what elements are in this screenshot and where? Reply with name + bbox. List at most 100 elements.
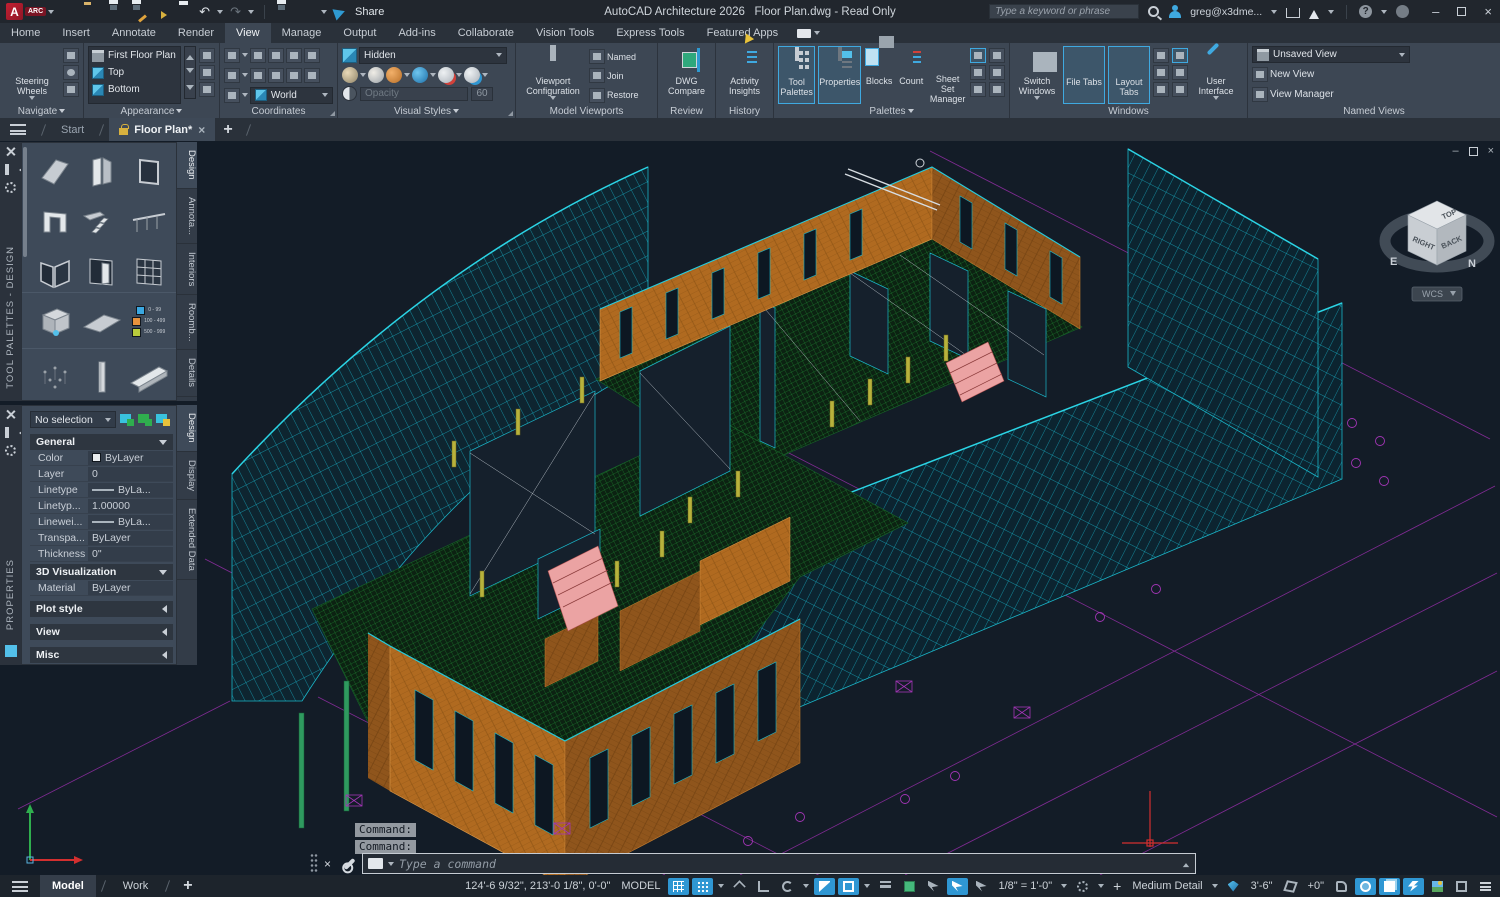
- style-realistic-icon[interactable]: [412, 67, 428, 83]
- dwg-compare-button[interactable]: DWG Compare: [662, 46, 711, 104]
- model-space-button[interactable]: MODEL: [617, 880, 664, 892]
- annotation-settings-gear[interactable]: [1072, 878, 1093, 895]
- list-item-bottom[interactable]: Bottom: [89, 81, 180, 98]
- quick-calc-button[interactable]: [1172, 65, 1188, 80]
- tool-sprinklers[interactable]: [32, 355, 79, 399]
- restore-button[interactable]: [1457, 7, 1466, 16]
- gear-icon[interactable]: [5, 445, 16, 456]
- file-tab-menu-icon[interactable]: [10, 124, 26, 135]
- search-input[interactable]: [989, 4, 1139, 19]
- tab-add-ins[interactable]: Add-ins: [387, 23, 446, 43]
- materials-browser-button[interactable]: [989, 82, 1005, 97]
- section-misc[interactable]: Misc: [30, 647, 173, 663]
- help-dropdown[interactable]: [1381, 10, 1387, 14]
- prop-row-layer[interactable]: Layer 0: [30, 466, 173, 482]
- tool-space-legend[interactable]: 0 - 99 100 - 499 500 - 999: [125, 299, 172, 343]
- viewport-restore-button[interactable]: Restore: [589, 87, 639, 104]
- fullscreen-button[interactable]: [1451, 878, 1472, 895]
- tool-palettes-titlebar[interactable]: TOOL PALETTES - DESIGN: [0, 142, 21, 401]
- panel-label-appearance[interactable]: Appearance: [84, 106, 219, 117]
- count-button[interactable]: Count: [897, 46, 925, 104]
- tool-column[interactable]: [79, 355, 126, 399]
- tab-manage[interactable]: Manage: [271, 23, 333, 43]
- autodesk-logo-icon[interactable]: [1309, 5, 1319, 19]
- style-shaded-icon[interactable]: [386, 67, 402, 83]
- style-2d-wireframe-icon[interactable]: [342, 67, 358, 83]
- minimize-button[interactable]: –: [1432, 4, 1439, 19]
- tool-corner-window[interactable]: [32, 249, 79, 293]
- properties-button[interactable]: Properties: [818, 46, 861, 104]
- steering-wheels-button[interactable]: Steering Wheels: [4, 46, 60, 104]
- panel-label-coordinates[interactable]: Coordinates: [220, 106, 337, 117]
- ucs-view-button[interactable]: [250, 68, 266, 83]
- quick-select-icon[interactable]: [138, 414, 152, 426]
- regen-all-button[interactable]: [199, 65, 215, 80]
- drawing-viewport[interactable]: E N TOP RIGHT BACK WCS – × Command: Comm…: [0, 141, 1500, 875]
- copy-palette-button[interactable]: [989, 48, 1005, 63]
- gear-icon[interactable]: [5, 182, 16, 193]
- tile-vertically-button[interactable]: [1153, 65, 1169, 80]
- ucs-named-button[interactable]: [224, 88, 240, 103]
- layer-state-button[interactable]: [199, 82, 215, 97]
- tab-collaborate[interactable]: Collaborate: [447, 23, 525, 43]
- prop-row-material[interactable]: Material ByLayer: [30, 580, 173, 596]
- command-scroll-up-icon[interactable]: [1183, 860, 1189, 867]
- style-xray-icon[interactable]: [438, 67, 454, 83]
- export-button[interactable]: [153, 5, 169, 19]
- prop-row-lineweight[interactable]: Linewei... ByLa...: [30, 514, 173, 530]
- account-dropdown[interactable]: [1271, 10, 1277, 14]
- named-view-dropdown[interactable]: Unsaved View: [1252, 46, 1410, 63]
- blocks-button[interactable]: Blocks: [864, 46, 894, 104]
- autodesk-dropdown[interactable]: [1328, 10, 1334, 14]
- new-drawing-tab-button[interactable]: +: [215, 121, 240, 139]
- osnap-tracking-toggle[interactable]: [947, 878, 968, 895]
- tool-stairs[interactable]: [79, 199, 126, 243]
- list-item-first-floor-plan[interactable]: First Floor Plan: [89, 47, 180, 64]
- tool-window-assembly[interactable]: [125, 249, 172, 293]
- coordinates-expander-icon[interactable]: [330, 111, 335, 116]
- panel-label-named-views[interactable]: Named Views: [1248, 106, 1500, 117]
- panel-label-visual-styles[interactable]: Visual Styles: [338, 106, 515, 117]
- quick-select-toggle-icon[interactable]: [120, 414, 134, 426]
- workspace-button[interactable]: [275, 5, 291, 19]
- tool-palettes-button[interactable]: Tool Palettes: [778, 46, 815, 104]
- scale-dropdown-icon[interactable]: [1061, 884, 1067, 888]
- new-layout-button[interactable]: +: [175, 877, 200, 895]
- autohide-icon[interactable]: [5, 164, 16, 175]
- help-button[interactable]: ?: [1359, 5, 1372, 18]
- panel-label-history[interactable]: History: [716, 106, 773, 117]
- app-menu-button[interactable]: A ARC: [6, 3, 54, 20]
- scroll-up-icon[interactable]: [186, 51, 194, 60]
- workspace-switching-button[interactable]: [1331, 878, 1352, 895]
- tool-slab[interactable]: [79, 299, 126, 343]
- display-config-icon[interactable]: [1280, 878, 1301, 895]
- qat-customize-dropdown[interactable]: [321, 10, 327, 14]
- tool-opening[interactable]: [32, 199, 79, 243]
- properties-tab-extended-data[interactable]: Extended Data: [177, 500, 197, 580]
- properties-titlebar[interactable]: PROPERTIES: [0, 405, 21, 665]
- ortho-mode-toggle[interactable]: [753, 878, 774, 895]
- ribbon-options-button[interactable]: [789, 23, 828, 43]
- annotation-scale-button[interactable]: 1/8" = 1'-0": [995, 880, 1057, 892]
- snap-mode-toggle[interactable]: [692, 878, 713, 895]
- 3d-osnap-toggle[interactable]: [971, 878, 992, 895]
- tab-home[interactable]: Home: [0, 23, 51, 43]
- polar-tracking-toggle[interactable]: [777, 878, 798, 895]
- properties-tab-design[interactable]: Design: [177, 405, 197, 452]
- plot-button[interactable]: [176, 5, 192, 19]
- view-manager-button[interactable]: View Manager: [1252, 85, 1496, 103]
- palette-tab-interiors[interactable]: Interiors: [177, 244, 197, 295]
- palette-tab-roombook[interactable]: Roomb...: [177, 295, 197, 351]
- command-input-field[interactable]: [362, 853, 1196, 874]
- toolbox-button[interactable]: [1172, 82, 1188, 97]
- tab-floor-plan[interactable]: Floor Plan* ×: [109, 118, 215, 141]
- calculator-button[interactable]: [989, 65, 1005, 80]
- layout-tabs-button[interactable]: Layout Tabs: [1108, 46, 1150, 104]
- tab-annotate[interactable]: Annotate: [101, 23, 167, 43]
- command-bar-close-icon[interactable]: ×: [318, 857, 337, 871]
- compass-north-label[interactable]: N: [1468, 258, 1476, 270]
- keypad-palette-button[interactable]: [970, 82, 986, 97]
- new-file-button[interactable]: [61, 5, 77, 19]
- user-interface-button[interactable]: User Interface: [1191, 46, 1241, 104]
- layout-menu-icon[interactable]: [12, 881, 28, 892]
